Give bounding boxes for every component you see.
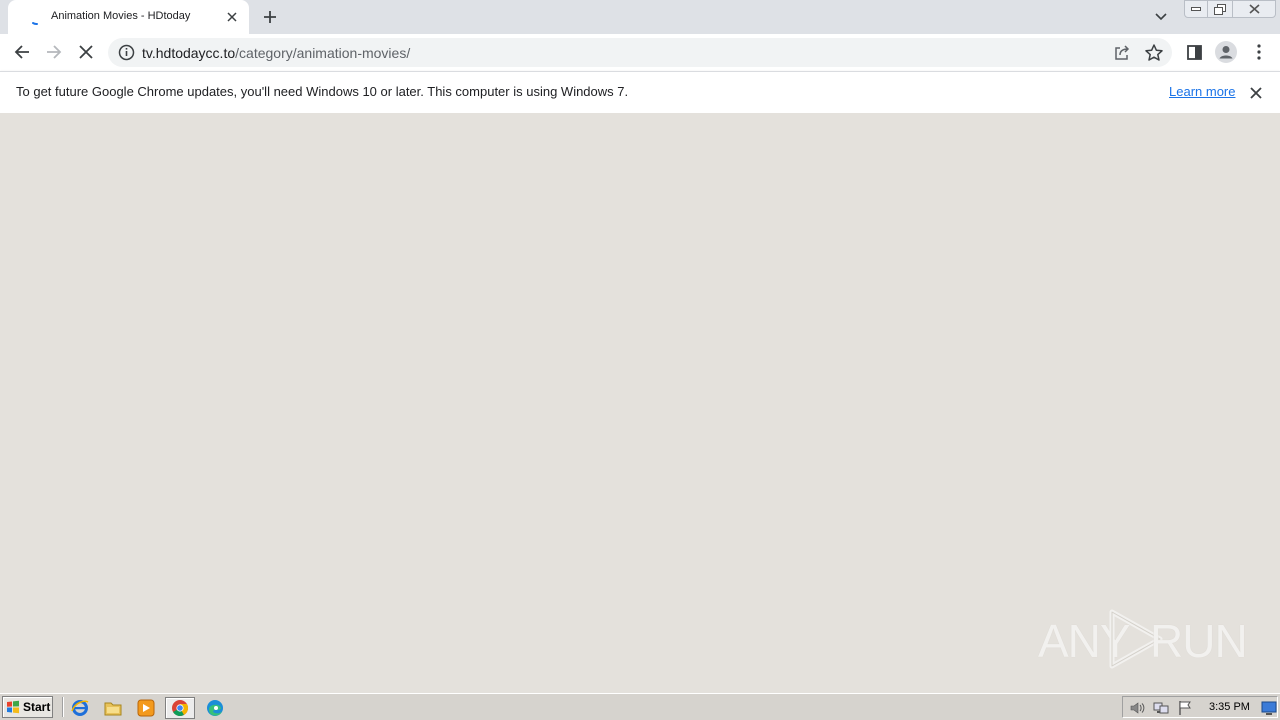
new-tab-button[interactable]	[258, 5, 282, 29]
anyrun-watermark: ANY RUN	[1038, 606, 1248, 672]
taskbar-separator	[62, 697, 64, 717]
arrow-left-icon	[14, 45, 29, 59]
infobar-message: To get future Google Chrome updates, you…	[16, 84, 629, 99]
profile-button[interactable]	[1212, 38, 1240, 66]
windows-logo-icon	[7, 700, 19, 714]
update-infobar: To get future Google Chrome updates, you…	[0, 71, 1280, 113]
window-minimize-button[interactable]	[1184, 0, 1208, 18]
more-vertical-icon	[1257, 44, 1261, 60]
infobar-close-icon[interactable]	[1247, 84, 1265, 102]
info-icon[interactable]	[118, 44, 135, 61]
show-desktop-icon[interactable]	[1261, 700, 1277, 716]
media-player-taskbar-icon[interactable]	[135, 697, 157, 719]
window-restore-button[interactable]	[1207, 0, 1233, 18]
plus-icon	[264, 11, 276, 23]
tab-strip: Animation Movies - HDtoday	[0, 0, 1280, 34]
tab-close-icon[interactable]	[224, 9, 240, 25]
stop-loading-button[interactable]	[72, 38, 100, 66]
start-button[interactable]: Start	[2, 696, 53, 718]
close-icon	[79, 45, 93, 59]
loading-spinner-icon	[32, 22, 38, 26]
menu-button[interactable]	[1245, 38, 1273, 66]
windows-taskbar: Start 3:35 PM	[0, 693, 1280, 720]
tab-title: Animation Movies - HDtoday	[51, 10, 191, 22]
restore-icon	[1214, 3, 1226, 15]
learn-more-link[interactable]: Learn more	[1169, 84, 1235, 99]
url-host: tv.hdtodaycc.to	[142, 45, 236, 61]
chrome-taskbar-icon[interactable]	[165, 697, 195, 719]
side-panel-button[interactable]	[1180, 38, 1208, 66]
forward-button[interactable]	[40, 38, 68, 66]
action-center-flag-icon[interactable]	[1177, 700, 1193, 716]
browser-toolbar: tv.hdtodaycc.to/category/animation-movie…	[0, 34, 1280, 71]
window-close-button[interactable]	[1232, 0, 1276, 18]
close-icon	[1248, 4, 1260, 14]
back-button[interactable]	[8, 38, 36, 66]
taskbar-clock[interactable]: 3:35 PM	[1209, 701, 1250, 713]
share-icon[interactable]	[1112, 43, 1132, 63]
start-label: Start	[23, 700, 51, 714]
volume-icon[interactable]	[1129, 700, 1145, 716]
edge-taskbar-icon[interactable]	[204, 697, 226, 719]
side-panel-icon	[1186, 44, 1202, 60]
minimize-icon	[1191, 7, 1201, 11]
url-text[interactable]: tv.hdtodaycc.to/category/animation-movie…	[142, 45, 410, 61]
avatar-icon	[1215, 41, 1237, 63]
watermark-right-text: RUN	[1150, 615, 1248, 667]
system-tray: 3:35 PM	[1122, 696, 1278, 718]
url-path: /category/animation-movies/	[235, 45, 411, 61]
address-bar[interactable]: tv.hdtodaycc.to/category/animation-movie…	[108, 38, 1172, 67]
chevron-down-icon	[1155, 13, 1167, 21]
tab-animation-movies[interactable]: Animation Movies - HDtoday	[8, 0, 249, 34]
arrow-right-icon	[47, 45, 62, 59]
network-icon[interactable]	[1153, 700, 1169, 716]
internet-explorer-taskbar-icon[interactable]	[69, 697, 91, 719]
file-explorer-taskbar-icon[interactable]	[102, 697, 124, 719]
bookmark-star-icon[interactable]	[1144, 43, 1164, 63]
tab-search-button[interactable]	[1150, 6, 1172, 28]
